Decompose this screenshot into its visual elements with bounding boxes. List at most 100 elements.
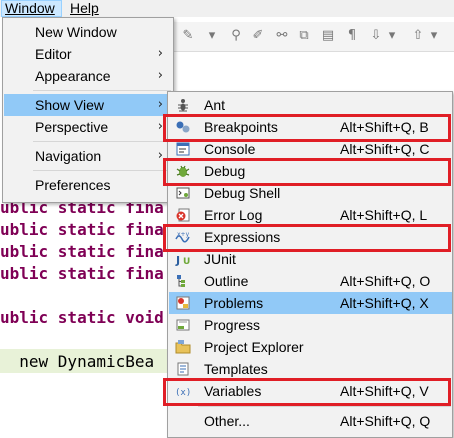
menu-item-label: Breakpoints — [204, 119, 278, 135]
menu-bar: Window Help — [0, 0, 454, 17]
menu-item-breakpoints[interactable]: Breakpoints Alt+Shift+Q, B — [169, 116, 452, 138]
menu-item-label: Show View — [35, 97, 105, 113]
menu-item-label: Navigation — [35, 148, 102, 164]
submenu-arrow-icon: › — [157, 148, 163, 163]
menu-item-label: Expressions — [204, 229, 281, 245]
code-text: ublic static fina — [0, 264, 164, 283]
menu-item-error-log[interactable]: Error Log Alt+Shift+Q, L — [169, 204, 452, 226]
menu-item-project-explorer[interactable]: Project Explorer — [169, 336, 452, 358]
menu-item-label: JUnit — [204, 251, 236, 267]
menu-item-preferences[interactable]: Preferences — [4, 174, 172, 196]
menu-item-label: Other... — [204, 413, 250, 429]
pilcrow-icon[interactable]: ¶ — [344, 28, 360, 44]
menu-separator — [198, 406, 451, 407]
search-icon[interactable]: ⚲ — [228, 28, 244, 44]
block-icon[interactable]: ▤ — [320, 28, 336, 44]
menu-item-debug-shell[interactable]: Debug Shell — [169, 182, 452, 204]
menu-item-label: Ant — [204, 97, 226, 113]
svg-text:(x)=: (x)= — [175, 388, 191, 398]
menu-item-problems[interactable]: Problems Alt+Shift+Q, X — [169, 292, 452, 314]
menu-help-label: Help — [70, 0, 99, 16]
svg-text:J: J — [175, 254, 180, 267]
debug-shell-icon — [176, 187, 190, 199]
menu-item-navigation[interactable]: Navigation › — [4, 145, 172, 167]
next-annotation-icon[interactable]: ⇩ — [368, 28, 384, 44]
menu-separator — [33, 90, 171, 91]
menu-item-label: Debug — [204, 163, 246, 179]
outline-icon — [177, 275, 185, 287]
menu-item-new-window[interactable]: New Window — [4, 21, 172, 43]
menu-item-shortcut: Alt+Shift+Q, V — [340, 383, 429, 399]
marker-icon[interactable]: ✐ — [250, 28, 266, 44]
dropdown-arrow-icon[interactable]: ▾ — [426, 28, 442, 44]
dropdown-arrow-icon[interactable]: ▾ — [204, 28, 220, 44]
menu-item-shortcut: Alt+Shift+Q, X — [340, 295, 429, 311]
menu-item-outline[interactable]: Outline Alt+Shift+Q, O — [169, 270, 452, 292]
project-explorer-icon — [175, 340, 191, 354]
link-icon[interactable]: ⚯ — [274, 28, 290, 44]
menu-item-other[interactable]: Other... Alt+Shift+Q, Q — [169, 410, 452, 432]
menu-help[interactable]: Help — [67, 0, 102, 17]
menu-item-label: Project Explorer — [204, 339, 304, 355]
menu-item-junit[interactable]: JU JUnit — [169, 248, 452, 270]
toolbar: ✎ ▾ ⚲ ✐ ⚯ ⧉ ▤ ¶ ⇩ ▾ ⇧ ▾ — [174, 22, 454, 52]
menu-item-appearance[interactable]: Appearance › — [4, 65, 172, 87]
menu-item-editor[interactable]: Editor › — [4, 43, 172, 65]
code-line: ublic static fina — [0, 242, 164, 261]
svg-text:x+y: x+y — [177, 231, 190, 238]
progress-icon — [176, 319, 190, 331]
menu-item-label: Preferences — [35, 177, 111, 193]
menu-item-progress[interactable]: Progress — [169, 314, 452, 336]
menu-item-label: Editor — [35, 46, 72, 62]
ant-icon — [178, 99, 188, 112]
menu-item-ant[interactable]: Ant — [169, 94, 452, 116]
menu-item-debug[interactable]: Debug — [169, 160, 452, 182]
edit-icon[interactable]: ✎ — [180, 28, 196, 44]
menu-item-label: Problems — [204, 295, 264, 311]
code-text: ublic static void — [0, 308, 164, 327]
submenu-arrow-icon: › — [157, 46, 163, 61]
menu-item-perspective[interactable]: Perspective › — [4, 116, 172, 138]
code-text: ublic static fina — [0, 220, 164, 239]
menu-item-expressions[interactable]: x+y Expressions — [169, 226, 452, 248]
debug-icon — [176, 165, 190, 177]
menu-item-templates[interactable]: Templates — [169, 358, 452, 380]
window-menu: New Window Editor › Appearance › Show View… — [2, 17, 174, 203]
expressions-icon: x+y — [175, 231, 190, 243]
menu-item-label: Templates — [204, 361, 268, 377]
menu-item-label: Console — [204, 141, 256, 157]
menu-item-show-view[interactable]: Show View › — [4, 94, 172, 116]
menu-item-label: Debug Shell — [204, 185, 281, 201]
submenu-arrow-icon: › — [157, 119, 163, 134]
menu-separator — [33, 170, 171, 171]
dropdown-arrow-icon[interactable]: ▾ — [384, 28, 400, 44]
menu-item-label: New Window — [35, 24, 117, 40]
code-text: new DynamicBea — [0, 352, 155, 371]
menu-item-label: Variables — [204, 383, 262, 399]
junit-icon: JU — [175, 254, 190, 267]
menu-window[interactable]: Window — [1, 0, 62, 17]
copy-icon[interactable]: ⧉ — [296, 28, 312, 44]
menu-item-variables[interactable]: (x)= Variables Alt+Shift+Q, V — [169, 380, 452, 402]
code-line: ublic static void — [0, 308, 164, 327]
submenu-arrow-icon: › — [157, 68, 163, 83]
menu-item-shortcut: Alt+Shift+Q, Q — [340, 413, 431, 429]
menu-item-shortcut: Alt+Shift+Q, B — [340, 119, 429, 135]
menu-item-shortcut: Alt+Shift+Q, O — [340, 273, 431, 289]
variables-icon: (x)= — [175, 388, 191, 398]
submenu-arrow-icon: › — [157, 97, 163, 112]
menu-item-console[interactable]: Console Alt+Shift+Q, C — [169, 138, 452, 160]
code-line: ublic static fina — [0, 264, 164, 283]
error-log-icon — [176, 208, 190, 222]
menu-item-shortcut: Alt+Shift+Q, C — [340, 141, 430, 157]
menu-window-label: Window — [5, 0, 55, 16]
code-line: new DynamicBea — [0, 352, 154, 371]
menu-item-label: Perspective — [35, 119, 109, 135]
prev-annotation-icon[interactable]: ⇧ — [410, 28, 426, 44]
show-view-submenu: Ant Breakpoints Alt+Shift+Q, B Console A… — [167, 91, 453, 438]
breakpoints-icon — [176, 121, 190, 133]
menu-separator — [33, 141, 171, 142]
menu-item-shortcut: Alt+Shift+Q, L — [340, 207, 428, 223]
svg-text:U: U — [183, 257, 190, 267]
problems-icon — [176, 296, 190, 310]
